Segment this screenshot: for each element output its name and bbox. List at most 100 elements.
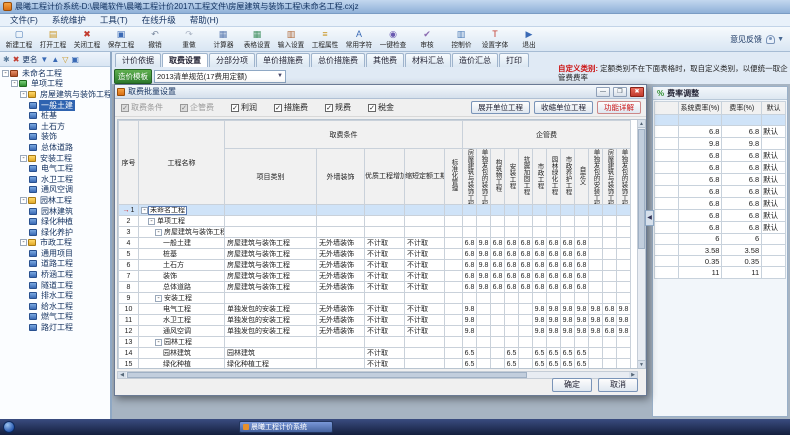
rate-cell[interactable]: 9.8	[533, 326, 547, 337]
rate-cell[interactable]	[533, 293, 547, 304]
rate-cell[interactable]: 6.8	[533, 249, 547, 260]
default-cell[interactable]: 默认	[762, 209, 786, 221]
cond-cell[interactable]: 不计取	[365, 359, 405, 370]
rate-cell[interactable]	[533, 205, 547, 216]
rate-cell[interactable]	[617, 249, 631, 260]
project-name-cell[interactable]: 装饰	[139, 271, 225, 282]
toolbar-exit-button[interactable]: ▶退出	[512, 27, 546, 51]
rate-cell[interactable]	[603, 216, 617, 227]
cond-cell[interactable]: 无外墙装饰	[317, 249, 365, 260]
window-icon[interactable]: ▣	[71, 55, 79, 64]
rate-cell[interactable]: 9.8	[533, 315, 547, 326]
rate-cell[interactable]	[547, 205, 561, 216]
cond-cell[interactable]: 不计取	[405, 282, 445, 293]
tree-item[interactable]: 排水工程	[0, 290, 110, 301]
rate-cell[interactable]: 6.8	[547, 260, 561, 271]
rate-cell[interactable]	[561, 205, 575, 216]
rate-cell[interactable]: 6.5	[547, 359, 561, 370]
cond-cell[interactable]: 不计取	[405, 304, 445, 315]
tree-item[interactable]: 给水工程	[0, 301, 110, 312]
cond-cell[interactable]: 房屋建筑与装饰工程	[225, 260, 317, 271]
cond-cell[interactable]	[445, 293, 463, 304]
scroll-left-icon[interactable]: ◀	[118, 372, 126, 378]
rate-cell[interactable]	[617, 282, 631, 293]
rate-cell[interactable]	[491, 304, 505, 315]
cond-cell[interactable]	[445, 315, 463, 326]
cond-cell[interactable]: 无外墙装饰	[317, 282, 365, 293]
rate-cell[interactable]	[589, 348, 603, 359]
toolbar-audit-button[interactable]: ✔审核	[410, 27, 444, 51]
row-index[interactable]: 12	[119, 326, 139, 337]
cond-cell[interactable]	[225, 227, 317, 238]
cond-cell[interactable]: 无外墙装饰	[317, 304, 365, 315]
cond-cell[interactable]: 无外墙装饰	[317, 238, 365, 249]
collapse-expander-icon[interactable]: -	[20, 91, 27, 98]
rate-row-selector[interactable]	[655, 115, 679, 126]
cond-cell[interactable]	[317, 227, 365, 238]
rate-cell[interactable]: 6.8	[519, 282, 533, 293]
tab-8[interactable]: 打印	[499, 53, 529, 67]
row-index[interactable]: 15	[119, 359, 139, 370]
rate-cell[interactable]	[603, 271, 617, 282]
rate-cell[interactable]	[477, 326, 491, 337]
cond-cell[interactable]	[445, 260, 463, 271]
rate-cell[interactable]	[603, 348, 617, 359]
cond-cell[interactable]	[445, 304, 463, 315]
menu-item-3[interactable]: 在线升级	[135, 14, 183, 26]
cond-cell[interactable]	[317, 337, 365, 348]
rate-cell[interactable]: 9.8	[575, 315, 589, 326]
project-name-cell[interactable]: 桩基	[139, 249, 225, 260]
rate-cell[interactable]	[603, 227, 617, 238]
tab-4[interactable]: 总价措施费	[311, 53, 365, 67]
tree-item[interactable]: 道路工程	[0, 259, 110, 270]
rate-cell[interactable]	[589, 260, 603, 271]
rate-cell[interactable]	[603, 238, 617, 249]
cond-cell[interactable]	[405, 337, 445, 348]
row-index[interactable]: 5	[119, 249, 139, 260]
project-name-cell[interactable]: 绿化种植	[139, 359, 225, 370]
horizontal-scroll-thumb[interactable]	[127, 372, 527, 378]
cond-cell[interactable]: 不计取	[365, 315, 405, 326]
rate-cell[interactable]	[533, 227, 547, 238]
rate-cell[interactable]: 9.8	[617, 326, 631, 337]
cond-cell[interactable]: 不计取	[365, 304, 405, 315]
rate-cell[interactable]: 9.8	[561, 326, 575, 337]
rate-cell[interactable]: 6.8	[519, 260, 533, 271]
cond-cell[interactable]: 绿化种植工程	[225, 359, 317, 370]
tree-item[interactable]: 电气工程	[0, 163, 110, 174]
cond-cell[interactable]	[365, 293, 405, 304]
rate-cell[interactable]: 6.8	[722, 221, 762, 233]
rate-cell[interactable]: 6.8	[505, 238, 519, 249]
cond-cell[interactable]	[317, 216, 365, 227]
cond-cell[interactable]: 不计取	[365, 271, 405, 282]
rate-cell[interactable]	[477, 359, 491, 370]
rate-cell[interactable]: 6.8	[722, 209, 762, 221]
toolbar-input-settings-button[interactable]: ▥输入设置	[274, 27, 308, 51]
rate-cell[interactable]: 6.8	[463, 238, 477, 249]
rate-cell[interactable]: 6.5	[463, 348, 477, 359]
cond-cell[interactable]	[365, 216, 405, 227]
rate-cell[interactable]	[519, 348, 533, 359]
rate-cell[interactable]: 6.8	[722, 161, 762, 173]
rate-cell[interactable]	[589, 238, 603, 249]
up-arrow-icon[interactable]: ▲	[51, 55, 59, 64]
rate-cell[interactable]	[547, 337, 561, 348]
rate-cell[interactable]: 6.5	[561, 359, 575, 370]
rate-cell[interactable]	[491, 326, 505, 337]
row-index[interactable]: 8	[119, 282, 139, 293]
rate-cell[interactable]: 6.5	[561, 348, 575, 359]
tab-3[interactable]: 单价措施费	[256, 53, 310, 67]
rate-cell[interactable]	[477, 227, 491, 238]
rate-cell[interactable]	[519, 205, 533, 216]
cond-cell[interactable]	[445, 348, 463, 359]
cond-cell[interactable]	[225, 216, 317, 227]
down-arrow-icon[interactable]: ▼	[40, 55, 48, 64]
rate-cell[interactable]	[617, 205, 631, 216]
taskbar-item[interactable]: 晨曦工程计价系统	[239, 421, 333, 433]
row-index[interactable]: 11	[119, 315, 139, 326]
rate-cell[interactable]	[617, 227, 631, 238]
rate-cell[interactable]	[463, 205, 477, 216]
rate-cell[interactable]: 6.5	[505, 348, 519, 359]
row-index[interactable]: 4	[119, 238, 139, 249]
toolbar-table-settings-button[interactable]: ▦表格设置	[240, 27, 274, 51]
